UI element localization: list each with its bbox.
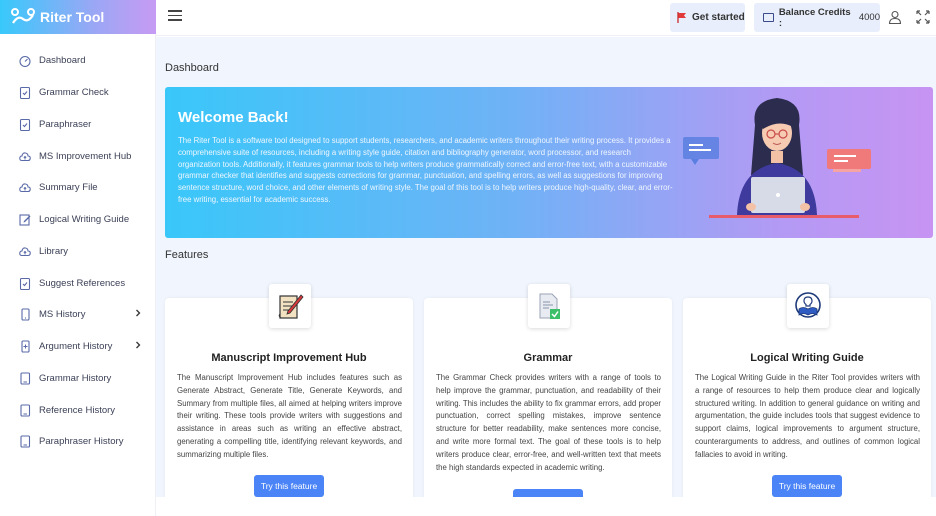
tablet-icon: [20, 434, 31, 448]
sidebar-item-grammar-check[interactable]: Grammar Check: [0, 80, 156, 104]
woman-laptop-illustration: [683, 98, 871, 218]
welcome-title: Welcome Back!: [178, 109, 289, 126]
sidebar-item-ms-improvement-hub[interactable]: MS Improvement Hub: [0, 144, 156, 168]
clipboard-check-icon: [19, 86, 31, 99]
riter-logo-icon: [11, 8, 35, 24]
try-feature-button[interactable]: Try this feature: [772, 475, 842, 497]
manuscript-pen-icon: [269, 284, 311, 328]
bottom-strip: [156, 497, 936, 516]
feature-card-manuscript: Manuscript Improvement Hub The Manuscrip…: [165, 284, 413, 516]
sidebar: Dashboard Grammar Check Paraphraser MS I…: [0, 34, 156, 516]
welcome-text: The Riter Tool is a software tool design…: [178, 136, 673, 204]
cloud-upload-icon: [19, 246, 31, 256]
sidebar-item-reference-history[interactable]: Reference History: [0, 398, 156, 422]
top-header: Get started Balance Credits : 4000: [156, 0, 936, 36]
mobile-plus-icon: [21, 339, 30, 353]
sidebar-item-label: Reference History: [39, 404, 116, 416]
wallet-icon: [763, 13, 774, 22]
sidebar-item-label: Library: [39, 245, 69, 257]
cloud-upload-icon: [19, 182, 31, 192]
clipboard-check-icon: [19, 277, 31, 290]
sidebar-item-summary-file[interactable]: Summary File: [0, 175, 156, 199]
balance-credits[interactable]: Balance Credits : 4000: [754, 3, 880, 32]
card-title: Manuscript Improvement Hub: [211, 352, 367, 364]
get-started-button[interactable]: Get started: [670, 3, 745, 32]
sidebar-item-paraphraser[interactable]: Paraphraser: [0, 112, 156, 136]
brand-bar[interactable]: Riter Tool: [0, 0, 156, 34]
sidebar-item-dashboard[interactable]: Dashboard: [0, 48, 156, 72]
tablet-icon: [20, 371, 31, 385]
card-title: Logical Writing Guide: [750, 352, 864, 364]
sidebar-item-label: Grammar Check: [39, 86, 109, 98]
sidebar-item-suggest-references[interactable]: Suggest References: [0, 271, 156, 295]
edit-icon: [19, 213, 31, 226]
card-text: The Manuscript Improvement Hub includes …: [177, 373, 402, 459]
try-feature-button[interactable]: Try this feature: [254, 475, 324, 497]
flag-icon: [677, 12, 686, 23]
sidebar-item-label: MS History: [39, 308, 86, 320]
breadcrumb: Dashboard: [165, 62, 219, 74]
sidebar-item-label: Paraphraser History: [39, 435, 124, 447]
card-text: The Logical Writing Guide in the Riter T…: [695, 373, 920, 459]
tablet-icon: [20, 403, 31, 417]
book-bulb-icon: [787, 284, 829, 328]
sidebar-item-label: Logical Writing Guide: [39, 213, 130, 225]
get-started-label: Get started: [692, 12, 745, 23]
chevron-right-icon[interactable]: [134, 309, 142, 317]
feature-card-grammar: Grammar The Grammar Check provides write…: [424, 284, 672, 516]
main-content: Dashboard Welcome Back! The Riter Tool i…: [156, 37, 936, 516]
user-icon[interactable]: [888, 10, 902, 24]
sidebar-item-label: MS Improvement Hub: [39, 150, 132, 162]
chevron-right-icon[interactable]: [134, 341, 142, 349]
feature-card-logical-writing: Logical Writing Guide The Logical Writin…: [683, 284, 931, 516]
sidebar-item-paraphraser-history[interactable]: Paraphraser History: [0, 429, 156, 453]
mobile-icon: [21, 307, 30, 321]
sidebar-item-ms-history[interactable]: MS History: [0, 302, 156, 326]
brand-name: Riter Tool: [40, 9, 105, 25]
welcome-banner: Welcome Back! The Riter Tool is a softwa…: [165, 87, 933, 238]
card-title: Grammar: [523, 352, 573, 364]
document-check-icon: [528, 284, 570, 328]
cloud-upload-icon: [19, 151, 31, 161]
sidebar-item-library[interactable]: Library: [0, 239, 156, 263]
sidebar-item-label: Suggest References: [39, 277, 126, 289]
dashboard-icon: [19, 55, 31, 67]
sidebar-item-argument-history[interactable]: Argument History: [0, 334, 156, 358]
credits-value: 4000: [858, 12, 880, 23]
sidebar-item-label: Grammar History: [39, 372, 112, 384]
fullscreen-icon[interactable]: [916, 10, 930, 24]
sidebar-item-label: Summary File: [39, 181, 98, 193]
menu-toggle-icon[interactable]: [168, 10, 182, 24]
sidebar-item-logical-writing-guide[interactable]: Logical Writing Guide: [0, 207, 156, 231]
credits-label: Balance Credits :: [778, 6, 851, 29]
clipboard-check-icon: [19, 118, 31, 131]
sidebar-item-label: Dashboard: [39, 54, 86, 66]
sidebar-item-label: Argument History: [39, 340, 113, 352]
features-heading: Features: [165, 249, 209, 261]
card-text: The Grammar Check provides writers with …: [436, 373, 661, 472]
sidebar-item-label: Paraphraser: [39, 118, 92, 130]
sidebar-item-grammar-history[interactable]: Grammar History: [0, 366, 156, 390]
